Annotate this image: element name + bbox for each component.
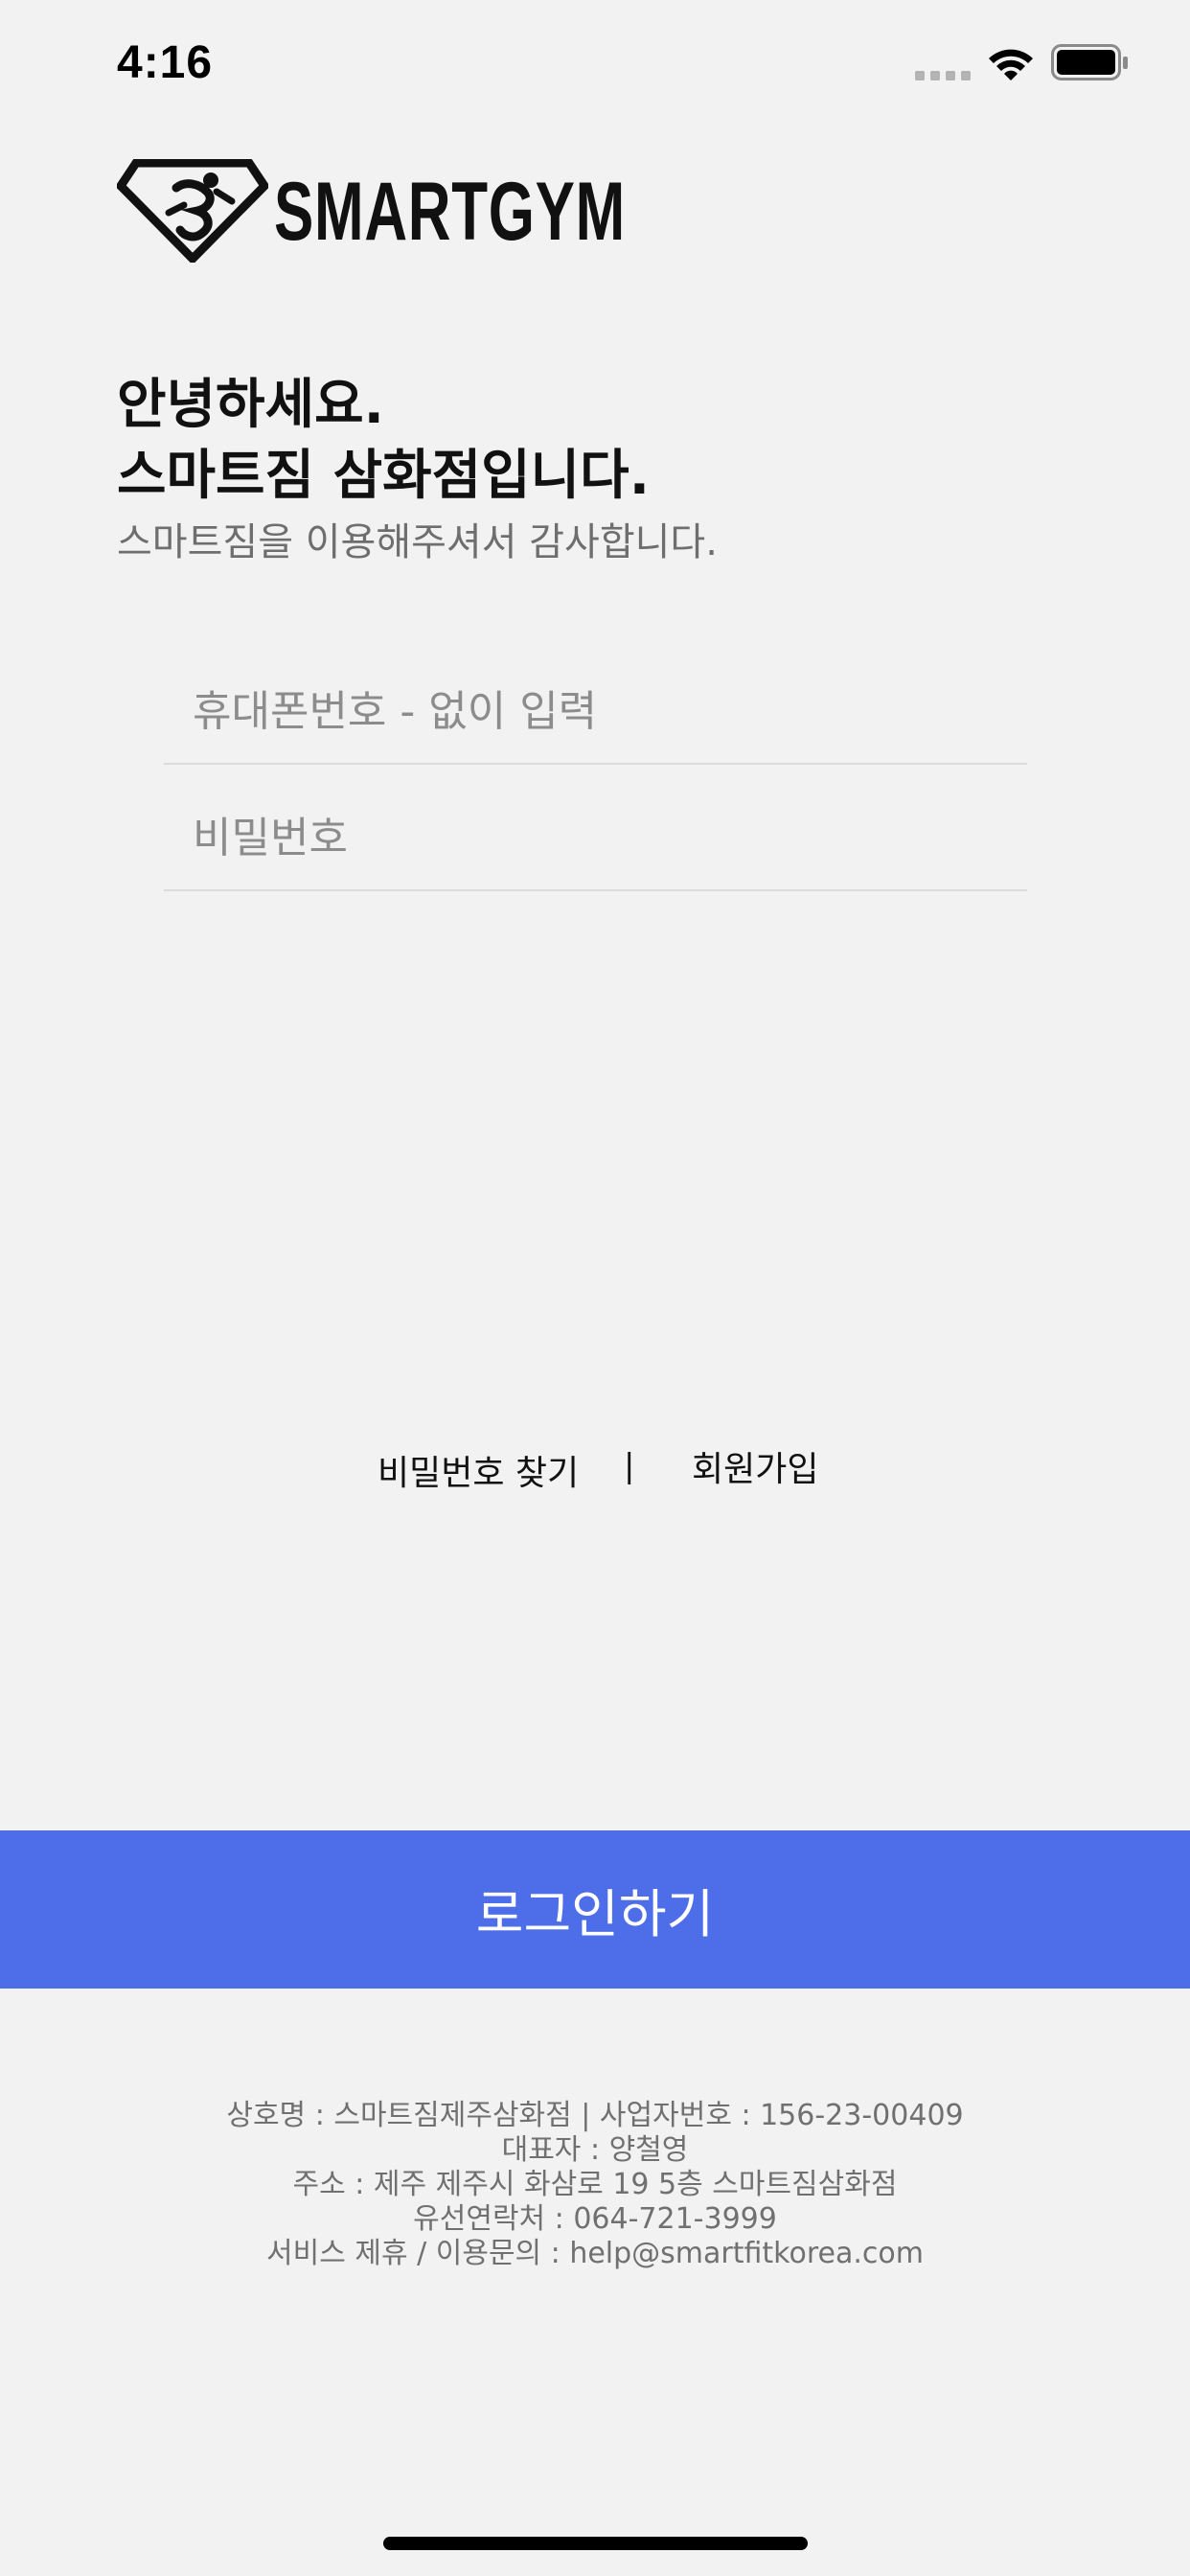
footer-contact: 서비스 제휴 / 이용문의 : help@smartfitkorea.com	[266, 2237, 924, 2270]
signup-link[interactable]: 회원가입	[692, 1441, 818, 1491]
status-time: 4:16	[117, 37, 214, 88]
find-password-link[interactable]: 비밀번호 찾기	[378, 1445, 579, 1495]
login-button-label: 로그인하기	[475, 1884, 715, 1944]
phone-input[interactable]	[193, 661, 1017, 761]
link-divider: |	[624, 1447, 635, 1485]
wifi-icon	[989, 49, 1033, 80]
password-input[interactable]	[193, 788, 1017, 887]
footer-representative: 대표자 : 양철영	[501, 2133, 689, 2167]
battery-icon	[1051, 44, 1128, 80]
password-field	[164, 788, 1027, 891]
footer-business-name: 상호명 : 스마트짐제주삼화점 | 사업자번호 : 156-23-00409	[226, 2099, 964, 2132]
phone-field	[164, 661, 1027, 765]
cellular-signal-icon	[915, 71, 971, 82]
greeting-line-2: 스마트짐 삼화점입니다.	[117, 445, 650, 507]
greeting-line-1: 안녕하세요.	[117, 374, 384, 436]
login-button[interactable]: 로그인하기	[0, 1830, 1190, 1989]
footer-phone: 유선연락처 : 064-721-3999	[413, 2202, 777, 2236]
smartgym-logo-icon	[117, 159, 268, 263]
brand-name: SMARTGYM	[274, 166, 626, 258]
business-info-footer: 상호명 : 스마트짐제주삼화점 | 사업자번호 : 156-23-00409 대…	[0, 2099, 1190, 2271]
home-indicator[interactable]	[383, 2537, 808, 2550]
greeting-subtitle: 스마트짐을 이용해주셔서 감사합니다.	[117, 520, 718, 564]
greeting-heading: 안녕하세요. 스마트짐 삼화점입니다.	[117, 370, 650, 512]
footer-address: 주소 : 제주 제주시 화삼로 19 5층 스마트짐삼화점	[292, 2168, 898, 2201]
